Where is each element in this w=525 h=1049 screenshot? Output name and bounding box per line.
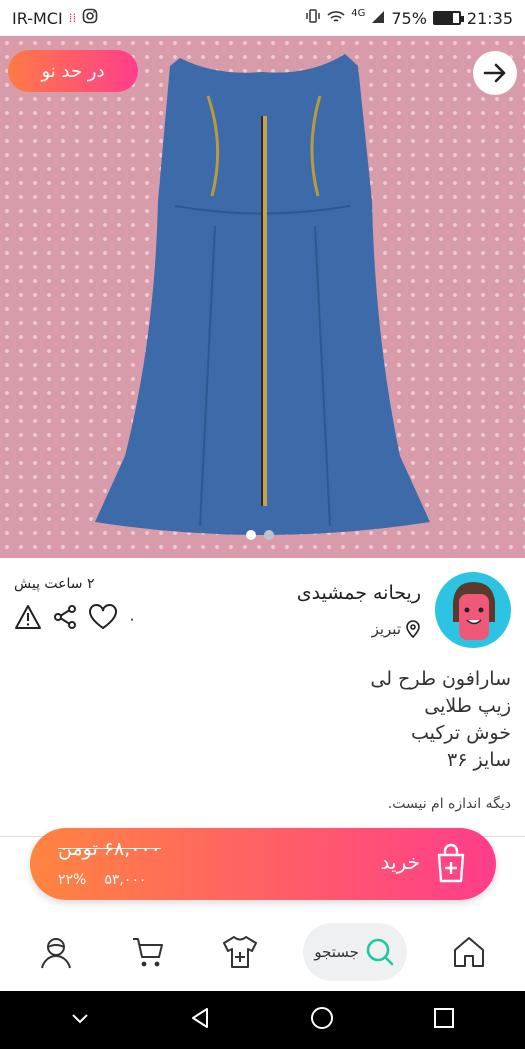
- profile-icon: [41, 938, 72, 969]
- battery-level: [434, 13, 453, 23]
- cart-icon: [133, 938, 164, 967]
- system-nav-bar: [0, 991, 525, 1049]
- post-actions: ۰: [14, 604, 136, 634]
- buy-button[interactable]: خرید ۶۸,۰۰۰ تومن ۵۳,۰۰۰ ۲۲%: [30, 828, 496, 900]
- status-right: 4G 75% 21:35: [305, 8, 513, 28]
- wifi-icon: [327, 9, 345, 28]
- heart-icon: [89, 604, 117, 630]
- description-line: سارافون طرح لی: [370, 668, 511, 690]
- avatar-illustration-icon: [453, 582, 495, 640]
- like-button[interactable]: [88, 604, 118, 634]
- recents-nav-button[interactable]: [432, 1006, 456, 1034]
- like-count: ۰: [128, 610, 137, 628]
- location-pin-icon: [406, 620, 420, 638]
- back-nav-button[interactable]: [188, 1006, 212, 1034]
- buy-label: خرید: [380, 850, 420, 874]
- instagram-icon: [82, 8, 98, 28]
- discounted-price: ۵۳,۰۰۰ ۲۲%: [58, 872, 146, 888]
- home-icon: [453, 937, 484, 967]
- location-label: تبریز: [371, 620, 401, 638]
- nav-profile[interactable]: [26, 922, 86, 982]
- carousel-indicator: [246, 530, 274, 540]
- description-line: سایز ۳۶: [447, 749, 511, 771]
- signal-icon: 4G: [351, 7, 366, 19]
- report-button[interactable]: [14, 604, 42, 634]
- old-price: ۶۸,۰۰۰ تومن: [58, 838, 161, 860]
- back-button[interactable]: [473, 51, 517, 95]
- description-note: دیگه اندازه ام نیست.: [387, 796, 511, 812]
- carousel-dot-active[interactable]: [246, 530, 256, 540]
- cell-signal-icon: [371, 9, 385, 28]
- seller-name[interactable]: ریحانه جمشیدی: [297, 582, 421, 604]
- seller-location: تبریز: [372, 620, 421, 638]
- vibrate-icon: [305, 8, 321, 28]
- collapse-button[interactable]: [69, 1007, 91, 1033]
- nav-cart[interactable]: [118, 922, 178, 982]
- description-line: خوش ترکیب: [410, 722, 511, 744]
- status-left: IR-MCI ⁞⁞: [12, 8, 98, 28]
- product-description: سارافون طرح لی زیپ طلایی خوش ترکیب سایز …: [14, 666, 511, 774]
- add-clothing-icon: [223, 936, 258, 968]
- bottom-nav: جستجو: [0, 912, 525, 992]
- nav-add-item[interactable]: [210, 922, 270, 982]
- status-bar: IR-MCI ⁞⁞ 4G 75% 21:35: [0, 0, 525, 36]
- search-label: جستجو: [314, 943, 359, 961]
- circle-home-icon: [311, 1007, 334, 1029]
- description-line: زیپ طلایی: [424, 695, 511, 717]
- chevron-down-icon: [71, 1014, 88, 1024]
- arrow-right-icon: [483, 63, 506, 83]
- product-image-carousel[interactable]: در حد نو: [0, 36, 525, 558]
- post-time: ۲ ساعت پیش: [14, 576, 95, 592]
- condition-badge: در حد نو: [8, 50, 138, 92]
- battery-icon: [432, 11, 464, 25]
- triangle-back-icon: [191, 1008, 208, 1028]
- home-nav-button[interactable]: [309, 1005, 335, 1035]
- nav-home[interactable]: [439, 922, 499, 982]
- carousel-dot[interactable]: [264, 530, 274, 540]
- square-recents-icon: [434, 1008, 455, 1028]
- warning-icon: [15, 605, 41, 629]
- avatar[interactable]: [435, 572, 511, 648]
- nav-search[interactable]: جستجو: [302, 923, 407, 981]
- shopping-bag-add-icon: [434, 843, 468, 887]
- carrier-label: IR-MCI: [12, 8, 63, 28]
- share-button[interactable]: [52, 604, 78, 634]
- search-icon: [366, 938, 394, 966]
- battery-percent: 75%: [391, 8, 427, 28]
- clock: 21:35: [466, 8, 513, 28]
- seller-info: ریحانه جمشیدی تبریز ۲ ساعت پیش ۰: [0, 572, 525, 664]
- new-price: ۵۳,۰۰۰: [104, 872, 147, 888]
- activity-icon: ⁞⁞: [68, 11, 77, 25]
- share-icon: [54, 605, 76, 629]
- product-image-dress: [95, 54, 430, 535]
- discount-percent: ۲۲%: [58, 872, 87, 888]
